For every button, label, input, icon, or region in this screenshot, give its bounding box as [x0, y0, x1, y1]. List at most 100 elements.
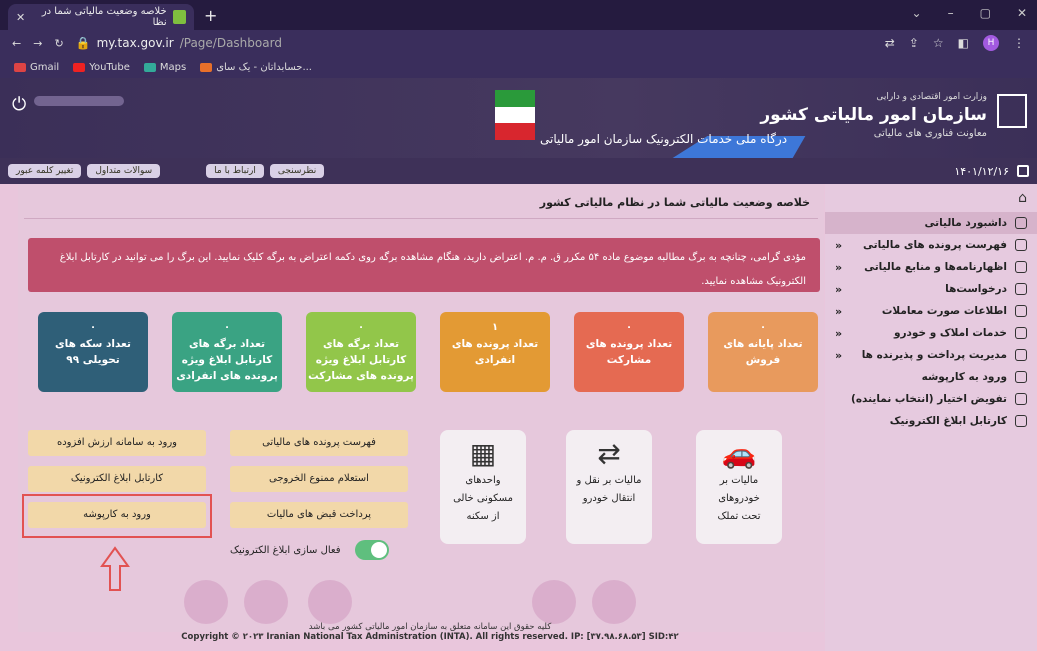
sidebar-item-e-notification[interactable]: کارتابل ابلاغ الکترونیک	[825, 410, 1037, 432]
logout-icon[interactable]: ⏻	[12, 94, 26, 115]
service-car-ownership-tax[interactable]: 🚗 مالیات بر خودروهای تحت تملک	[696, 430, 782, 544]
site-toolbar: تغییر کلمه عبور سوالات متداول ارتباط با …	[0, 158, 1037, 184]
browser-actions: ⇄ ⇪ ☆ ◧ H ⋮	[885, 35, 1025, 51]
menu-kebab-icon[interactable]: ⋮	[1013, 36, 1025, 50]
current-date: ۱۴۰۱/۱۲/۱۶	[954, 164, 1009, 178]
bookmark-star-icon[interactable]: ☆	[933, 36, 944, 50]
card-icon	[1015, 349, 1027, 361]
footer-fa: کلیه حقوق این سامانه متعلق به سازمان امو…	[308, 622, 552, 632]
service-vacant-housing[interactable]: ▦ واحدهای مسکونی خالی از سکنه	[440, 430, 526, 544]
tab-close-icon[interactable]: ✕	[16, 11, 25, 24]
translate-icon[interactable]: ⇄	[885, 36, 895, 50]
survey-button[interactable]: نظرسنجی	[269, 164, 325, 178]
bookmark-maps[interactable]: Maps	[143, 62, 186, 73]
browser-navbar: ← → ↻ 🔒 my.tax.gov.ir/Page/Dashboard ⇄ ⇪…	[0, 30, 1037, 56]
sidebar-item-payments[interactable]: مدیریت پرداخت و پذیرنده ها «	[825, 344, 1037, 366]
sidebar-item-transactions[interactable]: اطلاعات صورت معاملات «	[825, 300, 1037, 322]
card-partnership-files[interactable]: ۰ تعداد پرونده های مشارکت	[574, 312, 684, 392]
sidebar-item-delegation[interactable]: تفویض اختیار (انتخاب نماینده)	[825, 388, 1037, 410]
page-title: خلاصه وضعیت مالیاتی شما در نظام مالیاتی …	[539, 196, 810, 209]
sidebar-item-declarations[interactable]: اظهارنامه‌ها و منابع مالیاتی «	[825, 256, 1037, 278]
url-host: my.tax.gov.ir	[96, 36, 174, 50]
reload-icon[interactable]: ↻	[54, 37, 63, 50]
tab-title: خلاصه وضعیت مالیاتی شما در نظا	[41, 6, 167, 28]
lock-icon: 🔒	[75, 36, 91, 50]
notification-icon	[1015, 415, 1027, 427]
pay-tax-bills-button[interactable]: پرداخت قبض های مالیات	[230, 502, 408, 528]
e-notification-toggle[interactable]	[354, 540, 389, 560]
back-icon[interactable]: ←	[12, 37, 21, 50]
sidebar-item-dashboard[interactable]: داشبورد مالیاتی	[825, 212, 1037, 234]
org-name: سازمان امور مالیاتی کشور	[760, 105, 987, 125]
tab-search-icon[interactable]: ⌄	[912, 6, 922, 20]
home-icon[interactable]: ⌂	[825, 184, 1037, 212]
divider	[24, 218, 818, 219]
folder-icon	[1015, 371, 1027, 383]
profile-avatar[interactable]: H	[983, 35, 999, 51]
url-path: /Page/Dashboard	[179, 36, 282, 50]
new-tab-icon[interactable]: +	[204, 6, 217, 25]
browser-tab[interactable]: خلاصه وضعیت مالیاتی شما در نظا ✕	[8, 4, 194, 30]
card-individual-notices[interactable]: ۰ تعداد برگه های کارتابل ابلاغ ویژه پروند…	[172, 312, 282, 392]
forward-icon[interactable]: →	[33, 37, 42, 50]
sidebar-item-requests[interactable]: درخواست‌ها «	[825, 278, 1037, 300]
card-coins-99[interactable]: ۰ تعداد سکه های تحویلی ۹۹	[38, 312, 148, 392]
sidebar-item-property-car[interactable]: خدمات املاک و خودرو «	[825, 322, 1037, 344]
expand-icon: «	[835, 282, 843, 296]
expand-icon: «	[835, 304, 843, 318]
e-notification-toggle-row: فعال سازی ابلاغ الکترونیک	[230, 540, 426, 560]
change-password-button[interactable]: تغییر کلمه عبور	[8, 164, 82, 178]
delegation-icon	[1015, 393, 1027, 405]
card-partnership-notices[interactable]: ۰ تعداد برگه های کارتابل ابلاغ ویژه پروند…	[306, 312, 416, 392]
car-icon: 🚗	[721, 437, 757, 470]
maximize-icon[interactable]: ▢	[980, 6, 991, 20]
card-individual-files[interactable]: ۱ تعداد پرونده های انفرادی	[440, 312, 550, 392]
iran-flag-icon	[495, 90, 535, 140]
expand-icon: «	[835, 326, 843, 340]
car-transfer-icon: ⇄	[597, 437, 621, 470]
alert-text-line2: الکترونیک مشاهده نمایید.	[701, 276, 806, 287]
transactions-icon	[1015, 305, 1027, 317]
sidebar-item-workfolder[interactable]: ورود به کارپوشه	[825, 366, 1037, 388]
youtube-icon	[73, 62, 86, 72]
faq-button[interactable]: سوالات متداول	[87, 164, 161, 178]
user-name-blurred	[34, 96, 124, 106]
building-icon: ▦	[469, 437, 497, 470]
close-window-icon[interactable]: ✕	[1017, 6, 1027, 20]
sidebar: ⌂ داشبورد مالیاتی فهرست پرونده های مالیا…	[825, 184, 1037, 651]
contact-button[interactable]: ارتباط با ما	[206, 164, 264, 178]
card-pos-terminals[interactable]: ۰ تعداد پایانه های فروش	[708, 312, 818, 392]
footer: کلیه حقوق این سامانه متعلق به سازمان امو…	[180, 622, 680, 642]
window-controls: ⌄ – ▢ ✕	[912, 6, 1027, 20]
favicon-icon	[172, 10, 186, 24]
minimize-icon[interactable]: –	[948, 6, 954, 20]
expand-icon: «	[835, 348, 843, 362]
portal-title: درگاه ملی خدمات الکترونیک سازمان امور ما…	[540, 132, 788, 146]
ministry-name: وزارت امور اقتصادی و دارایی	[876, 92, 987, 102]
tax-files-button[interactable]: فهرست پرونده های مالیاتی	[230, 430, 408, 456]
address-bar[interactable]: 🔒 my.tax.gov.ir/Page/Dashboard	[76, 36, 282, 50]
bookmark-youtube[interactable]: YouTube	[73, 62, 130, 73]
alert-text-line1: مؤدی گرامی، چنانچه به برگ مطالبه موضوع م…	[59, 252, 806, 263]
expand-icon: «	[835, 238, 843, 252]
maps-icon	[143, 62, 156, 72]
vat-system-button[interactable]: ورود به سامانه ارزش افزوده	[28, 430, 206, 456]
bookmark-hesabdaran[interactable]: حسابداتان - یک سای...	[200, 62, 312, 73]
share-icon[interactable]: ⇪	[909, 36, 919, 50]
site-icon	[200, 62, 213, 72]
date-display: ۱۴۰۱/۱۲/۱۶	[954, 165, 1029, 178]
gmail-icon	[14, 62, 26, 72]
arrow-up-icon	[100, 546, 130, 591]
exit-ban-inquiry-button[interactable]: استعلام ممنوع الخروجی	[230, 466, 408, 492]
toggle-label: فعال سازی ابلاغ الکترونیک	[230, 544, 341, 556]
dashboard-icon	[1015, 217, 1027, 229]
highlight-box	[22, 494, 212, 538]
main-panel: خلاصه وضعیت مالیاتی شما در نظام مالیاتی …	[18, 184, 824, 632]
org-block: وزارت امور اقتصادی و دارایی سازمان امور …	[760, 92, 987, 139]
sidebar-item-files[interactable]: فهرست پرونده های مالیاتی «	[825, 234, 1037, 256]
bookmark-gmail[interactable]: Gmail	[14, 62, 59, 73]
sidepanel-icon[interactable]: ◧	[958, 36, 969, 50]
deputy-name: معاونت فناوری های مالیاتی	[873, 128, 987, 139]
service-car-transfer-tax[interactable]: ⇄ مالیات بر نقل و انتقال خودرو	[566, 430, 652, 544]
e-notification-button[interactable]: کارتابل ابلاغ الکترونیک	[28, 466, 206, 492]
